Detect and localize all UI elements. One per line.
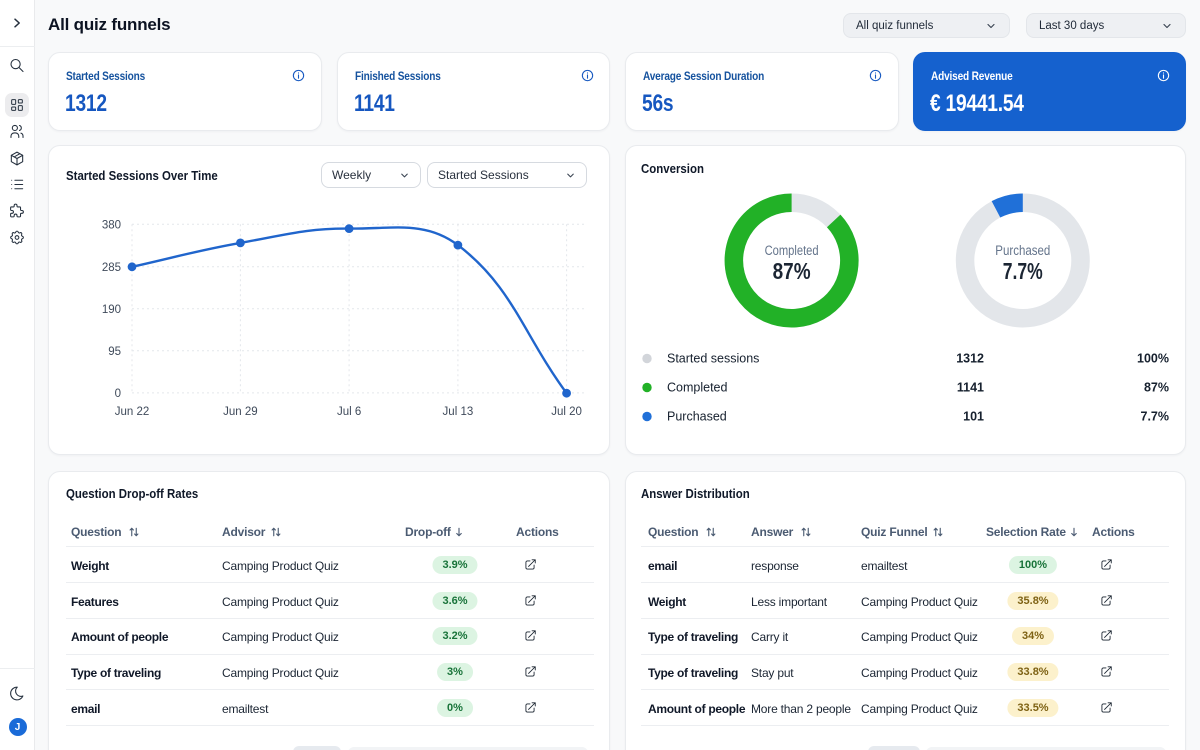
svg-text:Jul 13: Jul 13 [443, 406, 474, 418]
svg-text:380: 380 [102, 219, 121, 231]
svg-text:1312: 1312 [956, 352, 984, 366]
svg-text:Purchased: Purchased [667, 410, 727, 424]
svg-text:0: 0 [115, 388, 121, 400]
svg-text:7.7%: 7.7% [1003, 258, 1043, 284]
svg-text:Completed: Completed [765, 243, 819, 258]
svg-text:Purchased: Purchased [995, 243, 1050, 258]
svg-text:Jun 22: Jun 22 [115, 406, 150, 418]
svg-text:Jun 29: Jun 29 [223, 406, 258, 418]
svg-text:285: 285 [102, 262, 121, 274]
svg-text:Jul 6: Jul 6 [337, 406, 361, 418]
svg-text:7.7%: 7.7% [1141, 410, 1170, 424]
svg-text:87%: 87% [773, 258, 811, 284]
svg-text:Jul 20: Jul 20 [551, 406, 582, 418]
svg-text:95: 95 [108, 346, 121, 358]
svg-text:Completed: Completed [667, 381, 727, 395]
svg-text:Started sessions: Started sessions [667, 352, 759, 366]
svg-text:87%: 87% [1144, 381, 1169, 395]
svg-text:1141: 1141 [957, 381, 984, 395]
svg-text:101: 101 [963, 410, 984, 424]
svg-text:190: 190 [102, 304, 121, 316]
svg-text:100%: 100% [1137, 352, 1169, 366]
